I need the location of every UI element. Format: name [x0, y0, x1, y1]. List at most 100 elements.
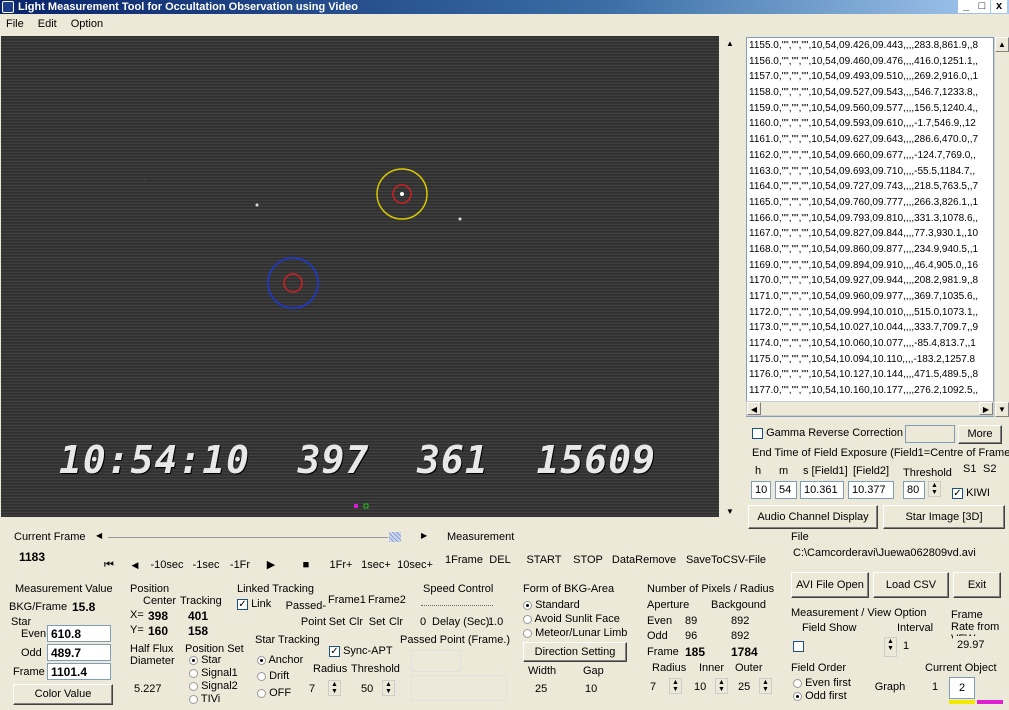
prev-arrow-icon[interactable]: ◀: [125, 553, 145, 577]
graph-button[interactable]: Graph: [866, 675, 914, 699]
gamma-checkbox[interactable]: [752, 427, 763, 439]
list-item[interactable]: 1167.0,"","","",10,54,09.827,09.844,,,,7…: [747, 226, 993, 242]
pix-inner-value[interactable]: 10: [690, 678, 714, 696]
off-option[interactable]: OFF: [257, 687, 291, 699]
start-button[interactable]: START: [523, 548, 565, 572]
maximize-button[interactable]: □: [974, 0, 990, 13]
odd-first-radio[interactable]: [793, 691, 802, 701]
scroll-down-icon[interactable]: ▼: [995, 402, 1009, 417]
first-frame-button[interactable]: ⏮: [97, 553, 121, 577]
save-csv-button[interactable]: SaveToCSV-File: [682, 548, 770, 572]
pix-inner-spinner[interactable]: ▲ ▼: [715, 678, 728, 694]
stop-button[interactable]: ■: [296, 553, 316, 577]
menu-file[interactable]: File: [6, 18, 24, 30]
width-value[interactable]: 25: [531, 680, 573, 698]
del-button[interactable]: DEL: [486, 548, 514, 572]
pix-radius-value[interactable]: 7: [646, 678, 668, 696]
frame-rate-value[interactable]: 29.97: [953, 636, 1003, 654]
bkg-avoid-sunlit-radio[interactable]: [523, 614, 532, 624]
bkg-standard[interactable]: Standard: [523, 599, 580, 611]
pix-outer-spinner[interactable]: ▲ ▼: [759, 678, 772, 694]
video-scroll-down-icon[interactable]: ▼: [726, 507, 734, 516]
bkg-avoid-sunlit[interactable]: Avoid Sunlit Face: [523, 613, 620, 625]
frame1-clr-button[interactable]: Clr: [347, 610, 365, 634]
interval-value[interactable]: 1: [899, 637, 939, 655]
gamma-reverse[interactable]: Gamma Reverse Correction: [752, 427, 903, 439]
list-hscroll[interactable]: ◀ ▶: [746, 401, 994, 416]
list-item[interactable]: 1173.0,"","","",10,54,10.027,10.044,,,,3…: [747, 320, 993, 336]
interval-spinner[interactable]: ▲ ▼: [884, 637, 897, 657]
off-radio[interactable]: [257, 688, 266, 698]
list-item[interactable]: 1175.0,"","","",10,54,10.094,10.110,,,,-…: [747, 352, 993, 368]
scroll-right-icon[interactable]: ▶: [979, 402, 993, 415]
list-item[interactable]: 1177.0,"","","",10,54,10.160,10.177,,,,2…: [747, 383, 993, 399]
bkg-meteor[interactable]: Meteor/Lunar Limb: [523, 627, 627, 639]
link-checkbox[interactable]: ✓: [237, 598, 248, 610]
hour-field[interactable]: 10: [751, 481, 771, 499]
video-scroll-up-icon[interactable]: ▲: [726, 39, 734, 48]
list-item[interactable]: 1157.0,"","","",10,54,09.493,09.510,,,,2…: [747, 69, 993, 85]
threshold-spinner[interactable]: ▲ ▼: [928, 481, 941, 497]
list-item[interactable]: 1163.0,"","","",10,54,09.693,09.710,,,,-…: [747, 164, 993, 180]
frame2-set-button[interactable]: Set: [367, 610, 387, 634]
posset-tivi-radio[interactable]: [189, 694, 198, 704]
list-item[interactable]: 1166.0,"","","",10,54,09.793,09.810,,,,3…: [747, 211, 993, 227]
list-item[interactable]: 1171.0,"","","",10,54,09.960,09.977,,,,3…: [747, 289, 993, 305]
back-1sec-button[interactable]: -1sec: [190, 553, 222, 577]
radius-spinner[interactable]: ▲ ▼: [328, 680, 341, 696]
list-item[interactable]: 1162.0,"","","",10,54,09.660,09.677,,,,-…: [747, 148, 993, 164]
frame-slider-track[interactable]: [108, 537, 388, 538]
exit-button[interactable]: Exit: [953, 572, 1001, 598]
speed-slider[interactable]: [421, 605, 493, 606]
kiwi-option[interactable]: ✓ KIWI: [952, 487, 990, 499]
kiwi-checkbox[interactable]: ✓: [952, 487, 963, 499]
radius-value[interactable]: 7: [305, 680, 327, 698]
video-vscroll[interactable]: ▲ ▼: [722, 37, 740, 519]
fwd-1frame-button[interactable]: 1Fr+: [327, 553, 355, 577]
gamma-value[interactable]: [905, 425, 955, 443]
list-item[interactable]: 1156.0,"","","",10,54,09.460,09.476,,,,4…: [747, 54, 993, 70]
bkg-standard-radio[interactable]: [523, 600, 532, 610]
minute-field[interactable]: 54: [775, 481, 797, 499]
list-item[interactable]: 1160.0,"","","",10,54,09.593,09.610,,,,-…: [747, 116, 993, 132]
odd-first-option[interactable]: Odd first: [793, 690, 847, 702]
even-first-radio[interactable]: [793, 678, 802, 688]
bkg-meteor-radio[interactable]: [523, 628, 532, 638]
list-vscroll[interactable]: ▲ ▼: [994, 37, 1009, 417]
threshold-field[interactable]: 80: [903, 481, 925, 499]
list-item[interactable]: 1159.0,"","","",10,54,09.560,09.577,,,,1…: [747, 101, 993, 117]
menu-option[interactable]: Option: [71, 18, 103, 30]
list-item[interactable]: 1155.0,"","","",10,54,09.426,09.443,,,,2…: [747, 38, 993, 54]
back-10sec-button[interactable]: -10sec: [147, 553, 187, 577]
more-button[interactable]: More: [958, 425, 1002, 444]
frame-slider-left-icon[interactable]: ◀: [96, 531, 102, 540]
frame-slider-thumb[interactable]: [389, 532, 401, 542]
minimize-button[interactable]: _: [958, 0, 974, 13]
list-item[interactable]: 1174.0,"","","",10,54,10.060,10.077,,,,-…: [747, 336, 993, 352]
sync-apt-option[interactable]: ✓ Sync-APT: [329, 645, 393, 657]
load-csv-button[interactable]: Load CSV: [873, 572, 949, 598]
anchor-option[interactable]: Anchor: [257, 654, 303, 666]
list-item[interactable]: 1158.0,"","","",10,54,09.527,09.543,,,,5…: [747, 85, 993, 101]
frame1-set-button[interactable]: Set: [327, 610, 347, 634]
list-item[interactable]: 1168.0,"","","",10,54,09.860,09.877,,,,2…: [747, 242, 993, 258]
pix-radius-spinner[interactable]: ▲ ▼: [669, 678, 682, 694]
object-1-button[interactable]: 1: [925, 678, 945, 698]
stop-measure-button[interactable]: STOP: [569, 548, 607, 572]
sync-apt-checkbox[interactable]: ✓: [329, 645, 340, 657]
posset-signal2-radio[interactable]: [189, 681, 198, 691]
color-value-button[interactable]: Color Value: [13, 684, 113, 705]
threshold-track-value[interactable]: 50: [357, 680, 381, 698]
scroll-up-icon[interactable]: ▲: [995, 37, 1009, 52]
menu-edit[interactable]: Edit: [38, 18, 57, 30]
video-frame[interactable]: 10:54:10 397 361 15609: [1, 36, 719, 517]
even-first-option[interactable]: Even first: [793, 677, 851, 689]
drift-radio[interactable]: [257, 671, 266, 681]
posset-tivi[interactable]: TIVi: [189, 693, 220, 705]
link-option[interactable]: ✓ Link: [237, 598, 271, 610]
posset-signal1-radio[interactable]: [189, 668, 198, 678]
gap-value[interactable]: 10: [581, 680, 625, 698]
posset-star[interactable]: Star: [189, 654, 221, 666]
list-item[interactable]: 1172.0,"","","",10,54,09.994,10.010,,,,5…: [747, 305, 993, 321]
drift-option[interactable]: Drift: [257, 670, 289, 682]
